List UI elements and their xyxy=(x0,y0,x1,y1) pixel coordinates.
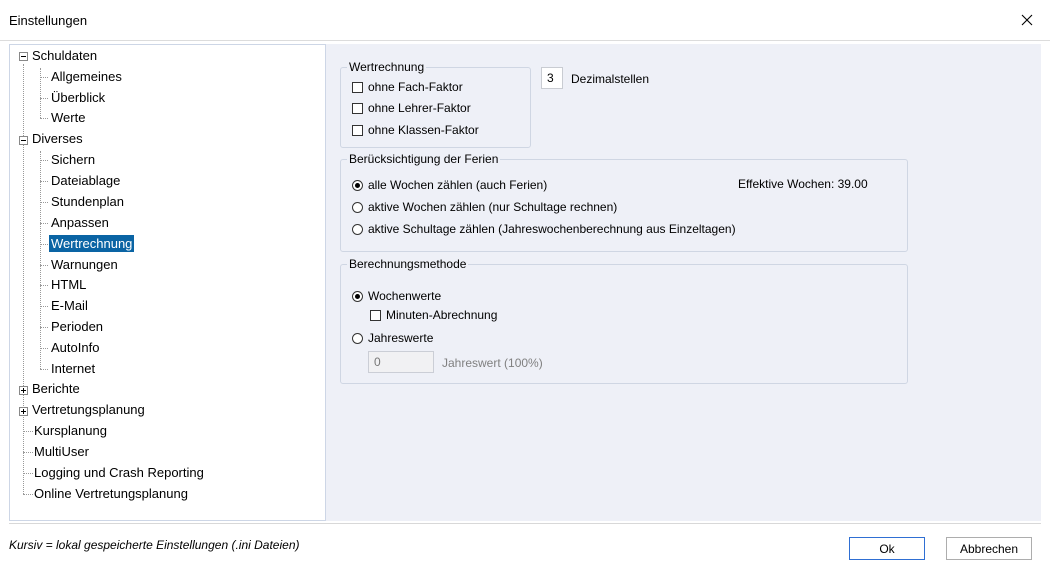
tree-item-kursplanung[interactable]: Kursplanung xyxy=(34,421,107,441)
tree-item-email[interactable]: E-Mail xyxy=(51,296,88,316)
dezimalstellen-input[interactable]: 3 xyxy=(541,67,563,89)
tree-item-ueberblick[interactable]: Überblick xyxy=(51,88,105,108)
tree-item-diverses[interactable]: Diverses xyxy=(32,129,83,149)
jahreswert-label: Jahreswert (100%) xyxy=(442,356,543,370)
tree-item-dateiablage[interactable]: Dateiablage xyxy=(51,171,120,191)
cancel-button[interactable]: Abbrechen xyxy=(946,537,1032,560)
radio-icon xyxy=(352,290,363,302)
wertrechnung-legend: Wertrechnung xyxy=(349,60,425,74)
settings-tree[interactable]: Schuldaten Allgemeines Überblick Werte D… xyxy=(9,44,326,521)
expand-icon[interactable] xyxy=(19,386,28,395)
checkbox-icon xyxy=(352,102,363,114)
ok-button[interactable]: Ok xyxy=(849,537,925,560)
radio-icon xyxy=(352,201,363,213)
window-title: Einstellungen xyxy=(9,13,88,28)
tree-item-autoinfo[interactable]: AutoInfo xyxy=(51,338,99,358)
tree-item-stundenplan[interactable]: Stundenplan xyxy=(51,192,124,212)
checkbox-icon xyxy=(352,81,363,93)
tree-item-logging[interactable]: Logging und Crash Reporting xyxy=(34,463,204,483)
tree-item-vertretungsplanung[interactable]: Vertretungsplanung xyxy=(32,400,145,420)
tree-item-warnungen[interactable]: Warnungen xyxy=(51,255,118,275)
berechnungsmethode-legend: Berechnungsmethode xyxy=(349,257,467,271)
title-bar: Einstellungen xyxy=(0,0,1050,41)
lehrer-faktor-checkbox[interactable]: ohne Lehrer-Faktor xyxy=(352,99,471,117)
close-button[interactable] xyxy=(1004,0,1050,40)
tree-item-schuldaten[interactable]: Schuldaten xyxy=(32,46,97,66)
minuten-abrechnung-checkbox[interactable]: Minuten-Abrechnung xyxy=(370,306,497,324)
checkbox-icon xyxy=(352,124,363,136)
radio-icon xyxy=(352,223,363,235)
tree-item-internet[interactable]: Internet xyxy=(51,359,95,379)
radio-icon xyxy=(352,179,363,191)
footer-divider xyxy=(9,523,1041,524)
fach-faktor-checkbox[interactable]: ohne Fach-Faktor xyxy=(352,78,463,96)
settings-panel: Wertrechnung ohne Fach-Faktor ohne Lehre… xyxy=(326,44,1041,521)
tree-item-berichte[interactable]: Berichte xyxy=(32,379,80,399)
radio-jahreswerte[interactable]: Jahreswerte xyxy=(352,329,433,347)
tree-item-sichern[interactable]: Sichern xyxy=(51,150,95,170)
radio-icon xyxy=(352,332,363,344)
tree-item-html[interactable]: HTML xyxy=(51,275,86,295)
tree-item-online[interactable]: Online Vertretungsplanung xyxy=(34,484,188,504)
tree-item-werte[interactable]: Werte xyxy=(51,108,85,128)
collapse-icon[interactable] xyxy=(19,136,28,145)
radio-wochenwerte[interactable]: Wochenwerte xyxy=(352,287,441,305)
tree-item-multiuser[interactable]: MultiUser xyxy=(34,442,89,462)
effektive-wochen-label: Effektive Wochen: 39.00 xyxy=(738,177,868,191)
close-icon xyxy=(1021,14,1033,26)
radio-aktive-wochen[interactable]: aktive Wochen zählen (nur Schultage rech… xyxy=(352,198,617,216)
collapse-icon[interactable] xyxy=(19,52,28,61)
tree-item-wertrechnung[interactable]: Wertrechnung xyxy=(49,234,135,254)
expand-icon[interactable] xyxy=(19,407,28,416)
dezimalstellen-label: Dezimalstellen xyxy=(571,72,650,86)
ferien-legend: Berücksichtigung der Ferien xyxy=(349,152,499,166)
checkbox-icon xyxy=(370,309,381,321)
tree-item-perioden[interactable]: Perioden xyxy=(51,317,103,337)
jahreswert-input[interactable]: 0 xyxy=(368,351,434,373)
radio-alle-wochen[interactable]: alle Wochen zählen (auch Ferien) xyxy=(352,176,547,194)
radio-aktive-schultage[interactable]: aktive Schultage zählen (Jahreswochenber… xyxy=(352,220,736,238)
tree-item-allgemeines[interactable]: Allgemeines xyxy=(51,67,122,87)
footer-hint: Kursiv = lokal gespeicherte Einstellunge… xyxy=(9,538,300,552)
klassen-faktor-checkbox[interactable]: ohne Klassen-Faktor xyxy=(352,121,479,139)
tree-item-anpassen[interactable]: Anpassen xyxy=(51,213,109,233)
